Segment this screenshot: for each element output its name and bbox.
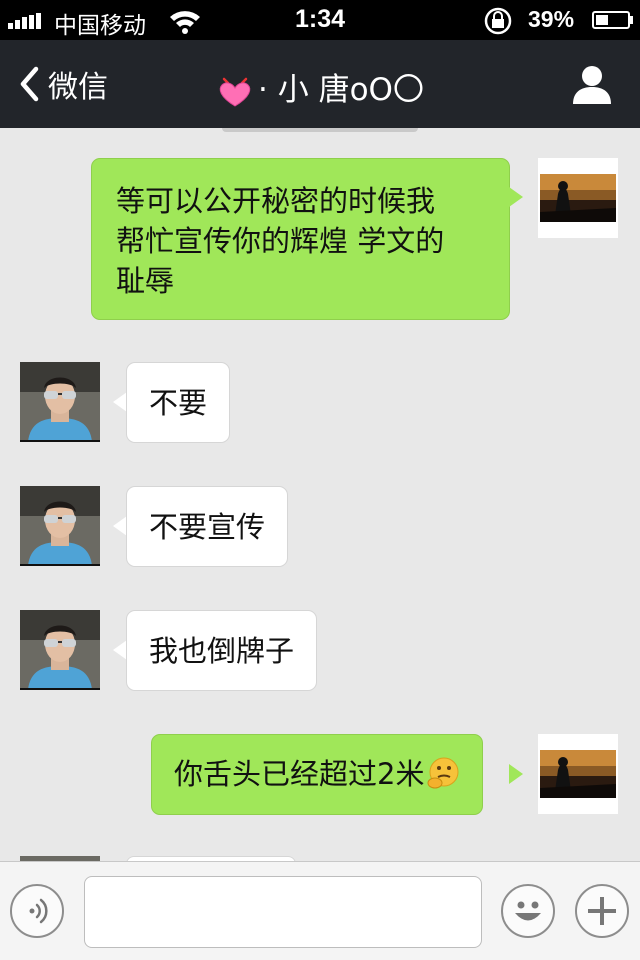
rotation-lock-icon bbox=[484, 7, 512, 35]
message-input-bar bbox=[0, 861, 640, 960]
avatar-sunset-silhouette bbox=[540, 750, 616, 798]
message-text-input[interactable] bbox=[84, 876, 482, 948]
status-bar: 中国移动 1:34 39% bbox=[0, 0, 640, 40]
avatar-man-sunglasses bbox=[20, 362, 100, 442]
chat-title-text: · 小 唐oO〇 bbox=[258, 72, 424, 108]
message-text: 不要 bbox=[149, 386, 208, 420]
my-avatar[interactable] bbox=[538, 158, 618, 238]
chat-title: · 小 唐oO〇 bbox=[0, 64, 640, 109]
message-text: 你舌头已经超过2米 bbox=[174, 757, 425, 791]
avatar-man-sunglasses bbox=[20, 486, 100, 566]
voice-input-button[interactable] bbox=[10, 884, 64, 938]
nav-bar: 微信 · 小 唐oO〇 bbox=[0, 40, 640, 128]
voice-icon bbox=[29, 898, 48, 924]
contact-profile-icon[interactable] bbox=[570, 62, 614, 106]
message-text: 我也倒牌子 bbox=[149, 634, 295, 668]
emoji-button[interactable] bbox=[501, 884, 555, 938]
incoming-message-bubble[interactable]: 不要 bbox=[126, 362, 231, 443]
incoming-message-bubble[interactable]: 不要宣传 bbox=[126, 486, 289, 567]
my-avatar[interactable] bbox=[538, 734, 618, 814]
more-options-button[interactable] bbox=[575, 884, 629, 938]
pink-heart-icon bbox=[219, 77, 251, 107]
message-text-line: 等可以公开秘密的时候我 bbox=[116, 184, 436, 218]
smiley-icon bbox=[515, 901, 541, 921]
plus-icon bbox=[588, 897, 616, 925]
contact-avatar[interactable] bbox=[20, 486, 100, 566]
thinking-face-emoji-icon bbox=[427, 757, 459, 789]
outgoing-message-bubble[interactable]: 你舌头已经超过2米 bbox=[151, 734, 484, 815]
incoming-message-bubble[interactable]: 我也倒牌子 bbox=[126, 610, 318, 691]
contact-avatar[interactable] bbox=[20, 610, 100, 690]
message-text: 不要宣传 bbox=[149, 510, 266, 544]
contact-avatar[interactable] bbox=[20, 362, 100, 442]
message-text-line: 耻辱 bbox=[116, 264, 175, 298]
message-text-line: 帮忙宣传你的辉煌 学文的 bbox=[116, 224, 445, 258]
battery-icon bbox=[592, 11, 630, 29]
battery-percent: 39% bbox=[528, 6, 575, 32]
outgoing-message-bubble[interactable]: 等可以公开秘密的时候我 帮忙宣传你的辉煌 学文的 耻辱 bbox=[91, 158, 510, 320]
chat-message-list[interactable]: 等可以公开秘密的时候我 帮忙宣传你的辉煌 学文的 耻辱 不要 不要宣传 我也倒牌… bbox=[0, 128, 640, 861]
avatar-sunset-silhouette bbox=[540, 174, 616, 222]
avatar-man-sunglasses bbox=[20, 610, 100, 690]
